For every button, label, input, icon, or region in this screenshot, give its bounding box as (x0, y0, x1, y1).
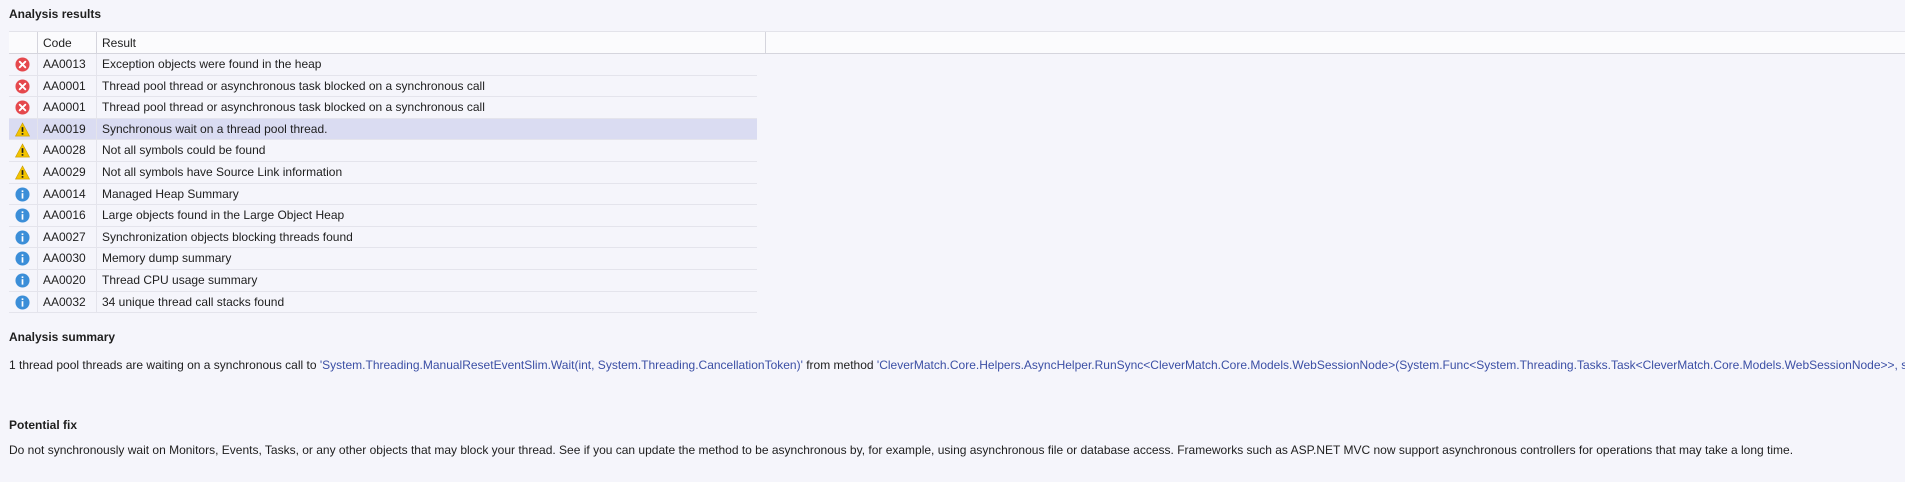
row-icon-cell (9, 97, 38, 119)
error-icon (15, 57, 30, 72)
table-row[interactable]: AA0030 Memory dump summary (9, 248, 757, 270)
summary-call-link[interactable]: 'System.Threading.ManualResetEventSlim.W… (320, 358, 803, 372)
row-result: Managed Heap Summary (102, 186, 239, 201)
row-icon-cell (9, 161, 38, 183)
summary-prefix: 1 thread pool threads are waiting on a s… (9, 358, 320, 372)
potential-fix-text: Do not synchronously wait on Monitors, E… (9, 443, 1794, 457)
results-rows: AA0013 Exception objects were found in th… (9, 54, 757, 314)
row-result: Not all symbols have Source Link informa… (102, 164, 343, 179)
row-icon-cell (9, 54, 38, 75)
row-icon-cell (9, 205, 38, 227)
row-result: Not all symbols could be found (102, 143, 266, 158)
results-grid[interactable]: Code Result AA0013 Exception objects were… (9, 31, 1905, 318)
error-icon (15, 79, 30, 94)
row-code: AA0032 (38, 291, 97, 313)
table-row[interactable]: AA0001 Thread pool thread or asynchronous… (9, 97, 757, 119)
table-row[interactable]: AA0019 Synchronous wait on a thread pool … (9, 118, 757, 141)
row-result: Thread CPU usage summary (102, 272, 258, 287)
row-code: AA0016 (38, 205, 97, 227)
info-icon (15, 273, 30, 288)
warning-icon (14, 143, 31, 158)
row-result: Memory dump summary (102, 251, 232, 266)
table-row[interactable]: AA0032 34 unique thread call stacks found (9, 291, 757, 314)
analysis-summary-text: 1 thread pool threads are waiting on a s… (9, 358, 1905, 372)
row-result: Synchronous wait on a thread pool thread… (102, 121, 328, 136)
table-row[interactable]: AA0014 Managed Heap Summary (9, 183, 757, 206)
row-icon-cell (9, 248, 38, 270)
grid-header: Code Result (9, 31, 1905, 54)
warning-icon (14, 122, 31, 137)
row-icon-cell (9, 183, 38, 205)
table-row[interactable]: AA0016 Large objects found in the Large O… (9, 205, 757, 227)
row-result: Large objects found in the Large Object … (102, 208, 345, 223)
analysis-page: Analysis results Code Result AA0013 Excep… (0, 0, 1905, 482)
row-result: Thread pool thread or asynchronous task … (102, 100, 485, 115)
info-icon (15, 187, 30, 202)
table-row[interactable]: AA0029 Not all symbols have Source Link i… (9, 161, 757, 184)
column-header-code[interactable]: Code (38, 32, 97, 54)
row-icon-cell (9, 291, 38, 313)
row-icon-cell (9, 140, 38, 162)
summary-method-link[interactable]: 'CleverMatch.Core.Helpers.AsyncHelper.Ru… (877, 358, 1905, 372)
row-code: AA0013 (38, 54, 97, 75)
table-row[interactable]: AA0001 Thread pool thread or asynchronous… (9, 75, 757, 98)
row-icon-cell (9, 75, 38, 97)
info-icon (15, 230, 30, 245)
row-result: Exception objects were found in the heap (102, 57, 322, 71)
row-code: AA0001 (38, 75, 97, 97)
column-header-result[interactable]: Result (97, 32, 766, 54)
analysis-summary-title: Analysis summary (9, 330, 116, 344)
info-icon (15, 251, 30, 266)
row-code: AA0027 (38, 226, 97, 248)
row-code: AA0028 (38, 140, 97, 162)
row-icon-cell (9, 269, 38, 291)
row-code: AA0019 (38, 118, 97, 140)
table-row[interactable]: AA0027 Synchronization objects blocking t… (9, 226, 757, 249)
row-code: AA0020 (38, 269, 97, 291)
row-code: AA0030 (38, 248, 97, 270)
info-icon (15, 295, 30, 310)
info-icon (15, 208, 30, 223)
row-icon-cell (9, 226, 38, 248)
column-header-icon[interactable] (9, 32, 38, 54)
row-result: Thread pool thread or asynchronous task … (102, 78, 485, 93)
row-result: 34 unique thread call stacks found (102, 294, 285, 309)
table-row[interactable]: AA0020 Thread CPU usage summary (9, 269, 757, 292)
error-icon (15, 100, 30, 115)
row-code: AA0014 (38, 183, 97, 205)
analysis-results-title: Analysis results (9, 7, 102, 21)
row-icon-cell (9, 118, 38, 140)
table-row[interactable]: AA0013 Exception objects were found in th… (9, 54, 757, 76)
row-result: Synchronization objects blocking threads… (102, 229, 353, 244)
summary-middle: from method (802, 358, 877, 372)
table-row[interactable]: AA0028 Not all symbols could be found (9, 140, 757, 162)
warning-icon (14, 165, 31, 180)
row-code: AA0001 (38, 97, 97, 119)
row-code: AA0029 (38, 161, 97, 183)
potential-fix-title: Potential fix (9, 418, 78, 432)
